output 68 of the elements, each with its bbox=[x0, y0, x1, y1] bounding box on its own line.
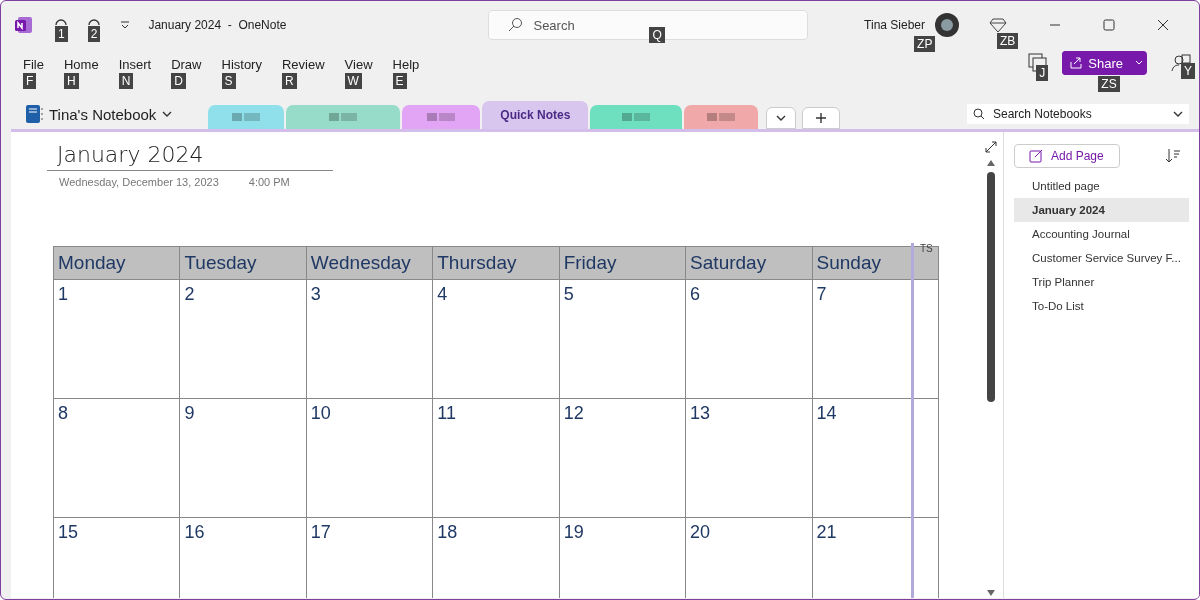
author-tag: TS bbox=[920, 243, 933, 254]
key-tip: R bbox=[281, 73, 297, 89]
day-number: 3 bbox=[310, 284, 321, 304]
key-tip: F bbox=[23, 73, 37, 89]
day-number: 7 bbox=[816, 284, 827, 304]
column-header: Thursday bbox=[432, 246, 560, 280]
key-tip: Y bbox=[1181, 63, 1195, 79]
window-title: January 2024 - OneNote bbox=[148, 18, 287, 32]
day-number: 18 bbox=[437, 522, 458, 542]
add-page-button[interactable]: Add Page bbox=[1014, 144, 1120, 168]
section-tab[interactable]: Quick Notes bbox=[482, 101, 589, 129]
key-tip: Q bbox=[649, 27, 665, 43]
ribbon-tab[interactable]: View bbox=[344, 57, 373, 72]
day-number: 21 bbox=[816, 522, 837, 542]
day-number: 14 bbox=[816, 403, 837, 423]
page-item[interactable]: To-Do List bbox=[1014, 294, 1189, 318]
search-notebooks-field[interactable]: Search Notebooks bbox=[967, 104, 1189, 124]
day-number: 13 bbox=[690, 403, 711, 423]
column-header: Monday bbox=[53, 246, 180, 280]
column-header: Saturday bbox=[685, 246, 813, 280]
page-item[interactable]: Trip Planner bbox=[1014, 270, 1189, 294]
page-time: 4:00 PM bbox=[248, 176, 290, 188]
ribbon-tab[interactable]: Help bbox=[392, 57, 420, 72]
key-tip: H bbox=[63, 73, 79, 89]
day-number: 16 bbox=[184, 522, 205, 542]
day-number: 9 bbox=[184, 403, 195, 423]
day-number: 8 bbox=[58, 403, 68, 423]
column-header: Friday bbox=[559, 246, 686, 280]
key-tip: 1 bbox=[55, 25, 68, 42]
ribbon-tab[interactable]: Insert bbox=[118, 57, 152, 72]
day-number: 2 bbox=[184, 284, 195, 304]
page-title[interactable]: January 2024 bbox=[47, 132, 333, 171]
key-tip: ZP bbox=[914, 36, 936, 52]
key-tip: D bbox=[171, 73, 186, 89]
notebook-name[interactable]: Tina's Notebook bbox=[49, 105, 157, 123]
key-tip: N bbox=[118, 73, 134, 89]
ribbon-tab[interactable]: Home bbox=[63, 57, 99, 72]
key-tip: ZS bbox=[1098, 76, 1120, 92]
key-tip: S bbox=[221, 73, 236, 89]
day-number: 6 bbox=[690, 284, 701, 304]
page-date: Wednesday, December 13, 2023 bbox=[59, 176, 219, 188]
key-tip: E bbox=[392, 73, 407, 89]
page-item[interactable]: Accounting Journal bbox=[1014, 222, 1189, 246]
column-header: Tuesday bbox=[179, 246, 307, 280]
ribbon-tab[interactable]: Review bbox=[281, 57, 325, 72]
key-tip: J bbox=[1036, 65, 1049, 81]
day-number: 10 bbox=[310, 403, 331, 423]
ribbon-tab[interactable]: Draw bbox=[171, 57, 202, 72]
day-number: 11 bbox=[437, 403, 456, 423]
day-number: 15 bbox=[58, 522, 79, 542]
ribbon-tab[interactable]: File bbox=[23, 57, 44, 72]
page-item[interactable]: January 2024 bbox=[1014, 198, 1189, 222]
user-name[interactable]: Tina Sieber bbox=[864, 18, 925, 32]
day-number: 19 bbox=[563, 522, 584, 542]
key-tip: 2 bbox=[87, 25, 101, 42]
day-number: 17 bbox=[310, 522, 331, 542]
search-field[interactable]: Search Q bbox=[488, 10, 809, 40]
day-number: 5 bbox=[563, 284, 574, 304]
column-header: Wednesday bbox=[306, 246, 433, 280]
key-tip: ZB bbox=[997, 33, 1019, 49]
key-tip: W bbox=[344, 73, 362, 89]
day-number: 20 bbox=[690, 522, 711, 542]
day-number: 4 bbox=[437, 284, 448, 304]
page-item[interactable]: Customer Service Survey F... bbox=[1014, 246, 1189, 270]
ribbon-tab[interactable]: History bbox=[221, 57, 262, 72]
day-number: 12 bbox=[563, 403, 584, 423]
page-item[interactable]: Untitled page bbox=[1014, 174, 1189, 198]
day-number: 1 bbox=[58, 284, 68, 304]
